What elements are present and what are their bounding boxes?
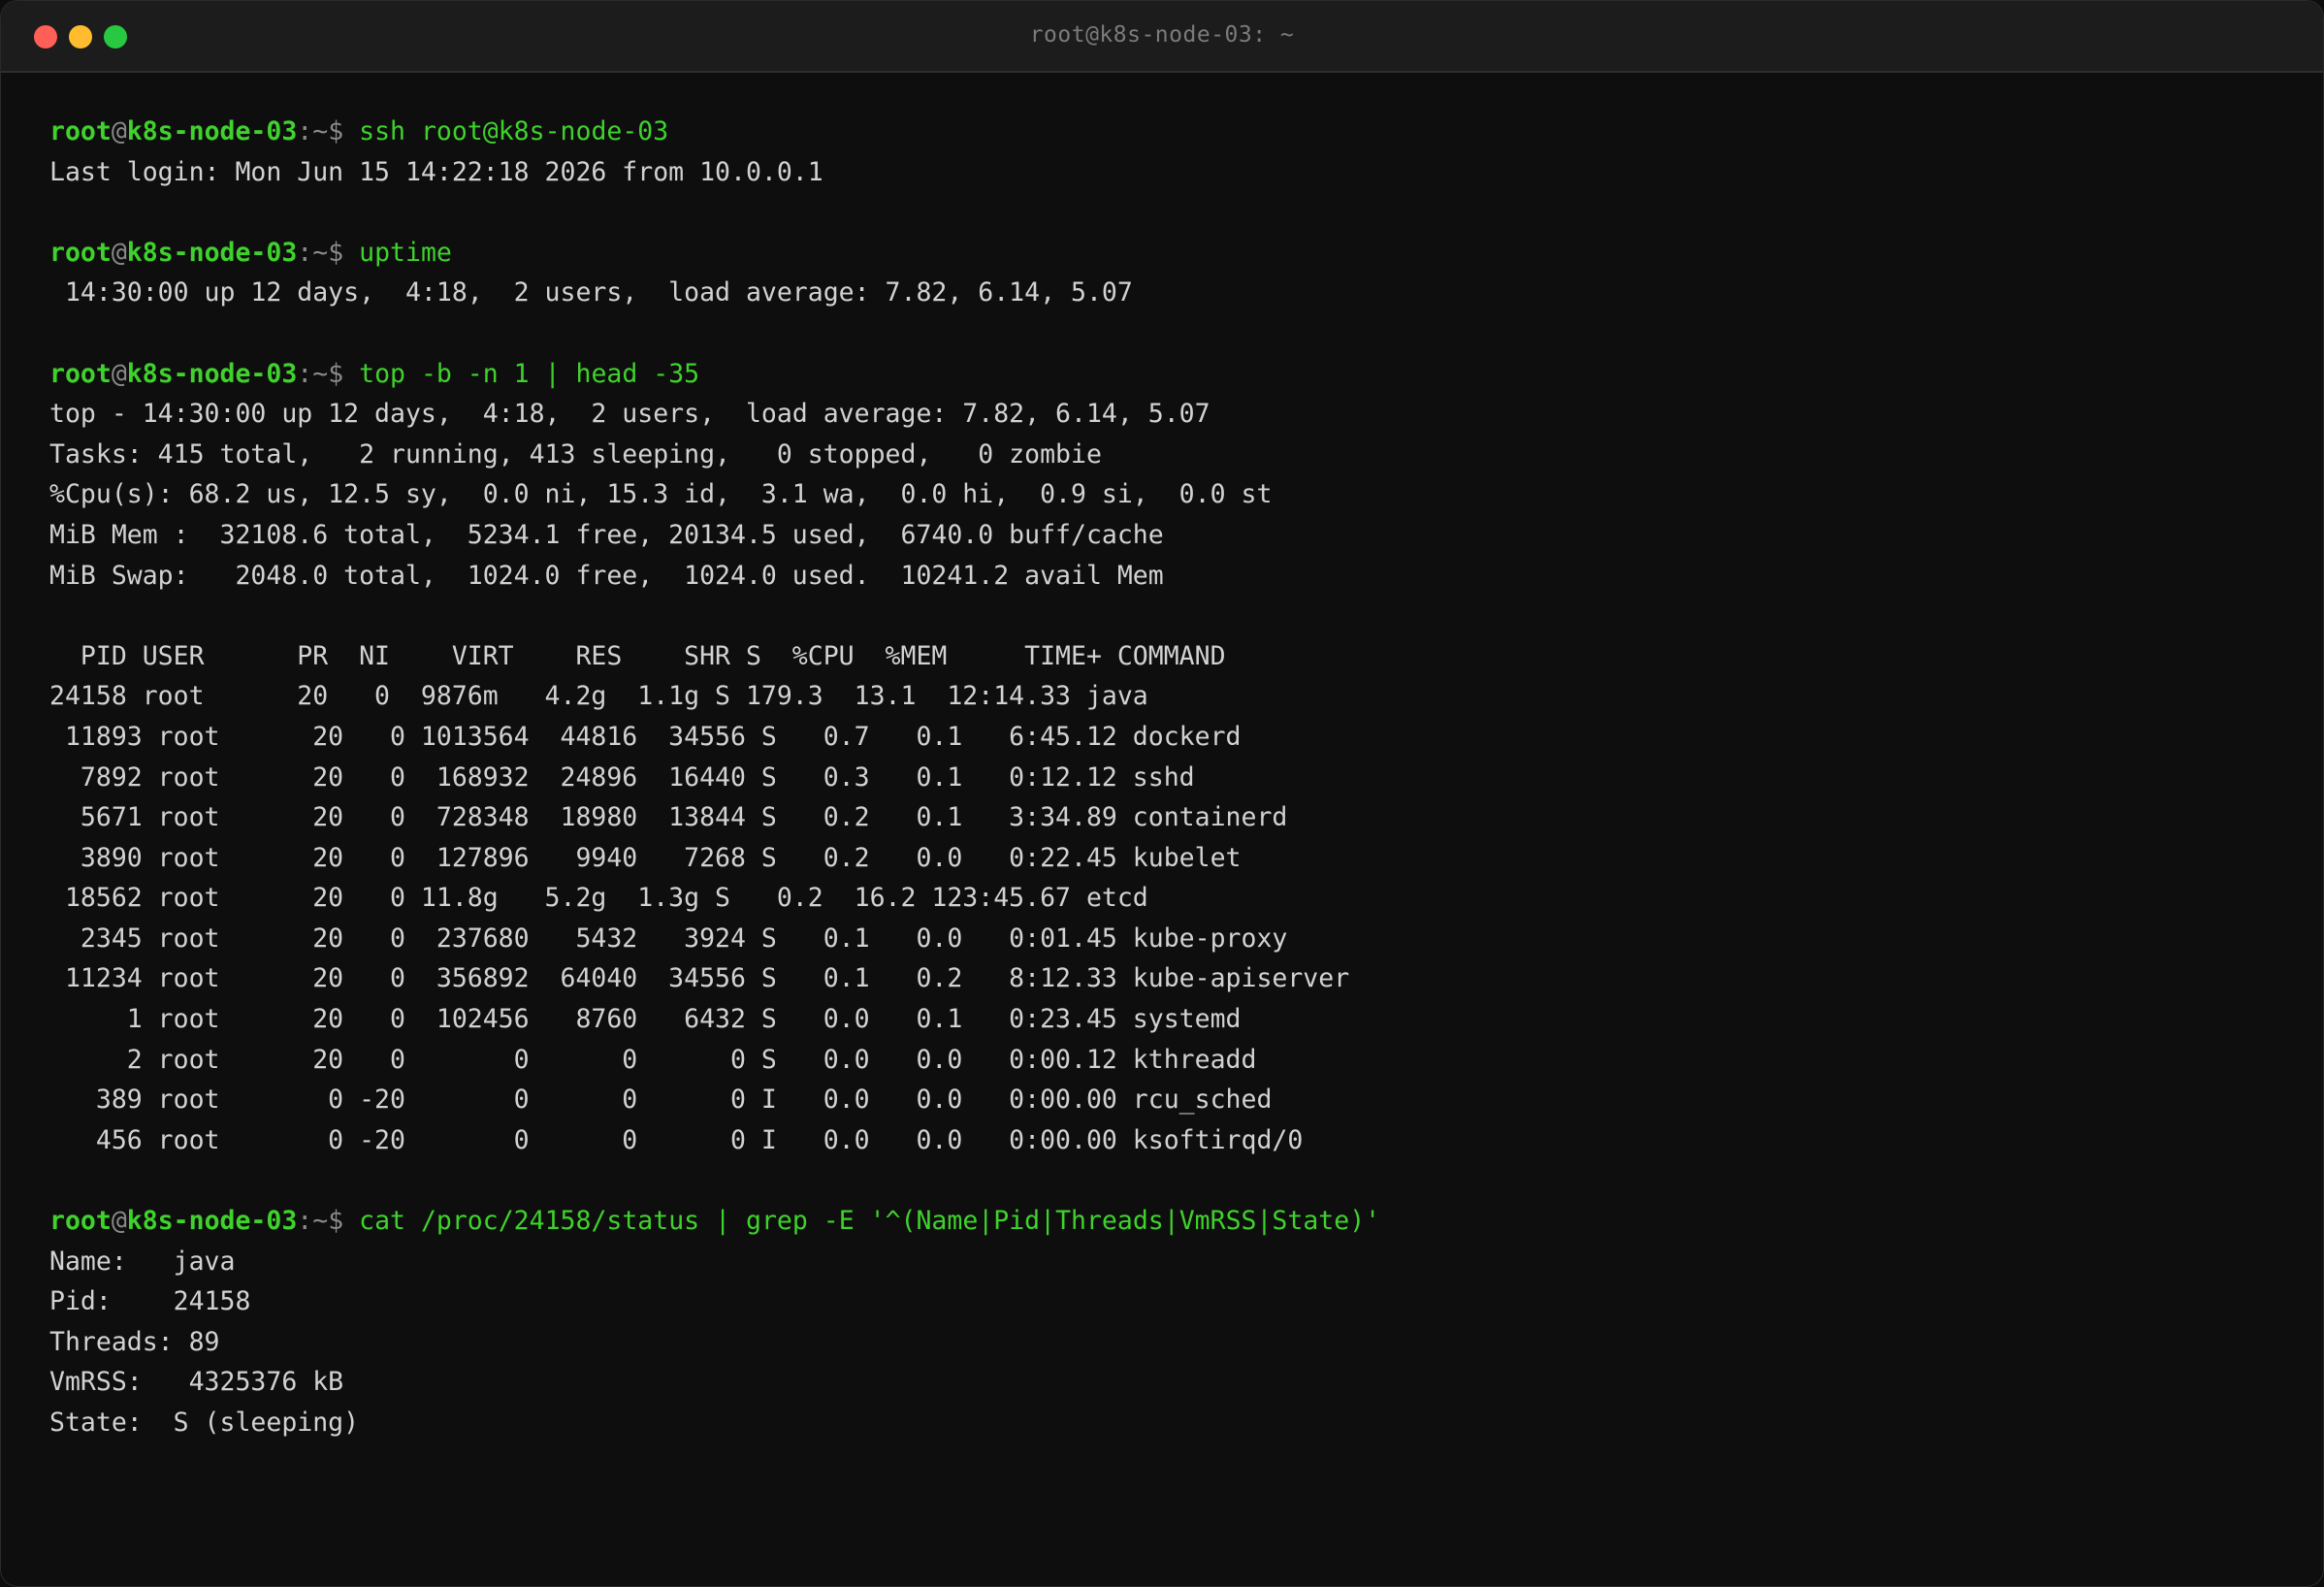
output-line: Threads: 89 [49,1326,220,1357]
output-line: 14:30:00 up 12 days, 4:18, 2 users, load… [49,277,1133,308]
terminal-window: root@k8s-node-03: ~ root@k8s-node-03:~$ … [0,0,2324,1587]
prompt-line: root@k8s-node-03:~$ cat /proc/24158/stat… [49,1201,2284,1242]
output-line: 18562 root 20 0 11.8g 5.2g 1.3g S 0.2 16… [49,883,1148,914]
prompt-line: root@k8s-node-03:~$ top -b -n 1 | head -… [49,354,2284,395]
prompt-host: k8s-node-03 [126,358,298,389]
command-text: uptime [359,237,452,268]
output-line: Pid: 24158 [49,1286,251,1317]
output-line: 5671 root 20 0 728348 18980 13844 S 0.2 … [49,802,1288,833]
output-line: 2345 root 20 0 237680 5432 3924 S 0.1 0.… [49,923,1288,954]
window-title: root@k8s-node-03: ~ [1029,22,1295,48]
output-line: 1 root 20 0 102456 8760 6432 S 0.0 0.1 0… [49,1004,1242,1035]
prompt-line: root@k8s-node-03:~$ uptime [49,233,2284,274]
command-text: ssh root@k8s-node-03 [359,116,669,146]
output-line: %Cpu(s): 68.2 us, 12.5 sy, 0.0 ni, 15.3 … [49,479,1273,510]
output-line: 11234 root 20 0 356892 64040 34556 S 0.1… [49,963,1350,994]
prompt-symbol: :~$ [297,116,360,146]
output-line: Name: java [49,1246,236,1277]
output-line: Last login: Mon Jun 15 14:22:18 2026 fro… [49,156,823,187]
prompt-line: root@k8s-node-03:~$ ssh root@k8s-node-03 [49,112,2284,152]
output-line: top - 14:30:00 up 12 days, 4:18, 2 users… [49,399,1210,430]
output-line: 7892 root 20 0 168932 24896 16440 S 0.3 … [49,761,1195,793]
output-line: PID USER PR NI VIRT RES SHR S %CPU %MEM … [49,640,1226,671]
output-line: 456 root 0 -20 0 0 0 I 0.0 0.0 0:00.00 k… [49,1124,1304,1155]
terminal-output[interactable]: root@k8s-node-03:~$ ssh root@k8s-node-03… [49,112,2284,1567]
command-text: top -b -n 1 | head -35 [359,358,700,389]
prompt-user: root [49,116,112,146]
prompt-at: @ [111,1206,127,1237]
prompt-at: @ [111,358,127,389]
prompt-symbol: :~$ [297,237,360,268]
command-text: cat /proc/24158/status | grep -E '^(Name… [359,1206,1381,1237]
prompt-at: @ [111,116,127,146]
prompt-symbol: :~$ [297,1206,360,1237]
output-line: 2 root 20 0 0 0 0 S 0.0 0.0 0:00.12 kthr… [49,1044,1257,1075]
prompt-user: root [49,358,112,389]
output-line: Tasks: 415 total, 2 running, 413 sleepin… [49,438,1102,470]
output-line: 24158 root 20 0 9876m 4.2g 1.1g S 179.3 … [49,681,1148,712]
output-line: 389 root 0 -20 0 0 0 I 0.0 0.0 0:00.00 r… [49,1085,1273,1116]
title-bar[interactable]: root@k8s-node-03: ~ [1,1,2323,73]
prompt-symbol: :~$ [297,358,360,389]
prompt-host: k8s-node-03 [126,116,298,146]
prompt-host: k8s-node-03 [126,237,298,268]
output-line: State: S (sleeping) [49,1408,360,1438]
output-line: MiB Swap: 2048.0 total, 1024.0 free, 102… [49,560,1164,591]
prompt-at: @ [111,237,127,268]
prompt-host: k8s-node-03 [126,1206,298,1237]
prompt-user: root [49,237,112,268]
output-line: 11893 root 20 0 1013564 44816 34556 S 0.… [49,721,1242,752]
output-line: MiB Mem : 32108.6 total, 5234.1 free, 20… [49,519,1164,550]
output-line: 3890 root 20 0 127896 9940 7268 S 0.2 0.… [49,842,1242,873]
output-line: VmRSS: 4325376 kB [49,1367,344,1398]
prompt-user: root [49,1206,112,1237]
